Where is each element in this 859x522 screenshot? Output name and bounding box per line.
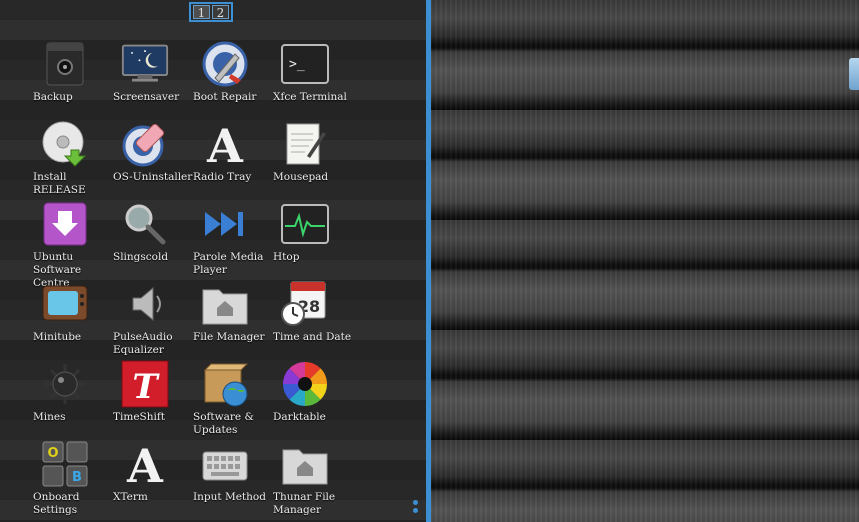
media-player-icon — [201, 200, 249, 248]
app-radio-tray[interactable]: A Radio Tray — [193, 120, 273, 200]
speaker-icon — [121, 280, 169, 328]
install-disc-icon — [41, 120, 89, 168]
app-file-manager[interactable]: File Manager — [193, 280, 273, 360]
app-mousepad[interactable]: Mousepad — [273, 120, 353, 200]
panel-border — [426, 0, 431, 522]
onboard-b-glyph: B — [72, 470, 82, 485]
app-backup[interactable]: Backup — [33, 40, 113, 120]
app-slingscold[interactable]: Slingscold — [113, 200, 193, 280]
boot-repair-icon — [201, 40, 249, 88]
app-software-updates[interactable]: Software & Updates — [193, 360, 273, 440]
timeshift-icon: T — [121, 360, 169, 408]
app-label: Onboard Settings — [33, 491, 80, 516]
scroll-dot — [412, 508, 418, 513]
desktop-folder-icon[interactable] — [849, 58, 859, 90]
folder-home-icon — [281, 440, 329, 488]
app-label: File Manager — [193, 331, 265, 343]
tv-icon — [41, 280, 89, 328]
app-thunar-file-manager[interactable]: Thunar File Manager — [273, 440, 353, 520]
wood-grain — [430, 0, 859, 522]
app-label: PulseAudio Equalizer — [113, 331, 173, 356]
app-label: Mousepad — [273, 171, 329, 183]
calendar-clock-icon: 28 — [281, 280, 329, 328]
app-time-and-date[interactable]: 28 Time and Date — [273, 280, 353, 360]
app-xfce-terminal[interactable]: >_ Xfce Terminal — [273, 40, 353, 120]
onboard-o-glyph: O — [47, 446, 58, 461]
app-label: Software & Updates — [193, 411, 254, 436]
screensaver-icon — [121, 40, 169, 88]
terminal-icon: >_ — [281, 40, 329, 88]
radio-tray-glyph: A — [206, 120, 244, 168]
timeshift-glyph: T — [132, 367, 160, 407]
app-htop[interactable]: Htop — [273, 200, 353, 280]
software-updates-icon — [201, 360, 249, 408]
app-label: Darktable — [273, 411, 326, 423]
app-label: Screensaver — [113, 91, 180, 103]
app-grid: Backup Screensaver Boot Repair >_ Xfce T… — [33, 40, 353, 520]
backup-icon — [41, 40, 89, 88]
app-timeshift[interactable]: T TimeShift — [113, 360, 193, 440]
page-switcher: 1 2 — [189, 2, 233, 22]
app-launcher-panel: 1 2 Backup Screensaver Boot Repair >_ Xf… — [0, 0, 426, 522]
app-install-release[interactable]: Install RELEASE — [33, 120, 113, 200]
radio-tray-icon: A — [201, 120, 249, 168]
folder-home-icon — [201, 280, 249, 328]
app-os-uninstaller[interactable]: OS-Uninstaller — [113, 120, 193, 200]
app-onboard-settings[interactable]: O B Onboard Settings — [33, 440, 113, 520]
htop-icon — [281, 200, 329, 248]
app-ubuntu-software-centre[interactable]: Ubuntu Software Centre — [33, 200, 113, 289]
app-label: OS-Uninstaller — [113, 171, 193, 183]
page-2-button[interactable]: 2 — [212, 5, 229, 20]
magnifier-icon — [121, 200, 169, 248]
app-label: Mines — [33, 411, 66, 423]
app-label: Slingscold — [113, 251, 169, 263]
app-label: Htop — [273, 251, 300, 263]
software-centre-icon — [41, 200, 89, 248]
desktop-background — [430, 0, 859, 522]
os-uninstaller-icon — [121, 120, 169, 168]
app-label: Boot Repair — [193, 91, 257, 103]
app-label: Backup — [33, 91, 73, 103]
app-parole-media-player[interactable]: Parole Media Player — [193, 200, 273, 280]
xterm-icon: A — [121, 440, 169, 488]
app-label: TimeShift — [113, 411, 165, 423]
app-label: Radio Tray — [193, 171, 252, 183]
app-label: Parole Media Player — [193, 251, 264, 276]
darktable-icon — [281, 360, 329, 408]
app-label: Install RELEASE — [33, 171, 86, 196]
app-xterm[interactable]: A XTerm — [113, 440, 193, 520]
app-input-method[interactable]: Input Method — [193, 440, 273, 520]
app-label: XTerm — [113, 491, 148, 503]
app-label: Minitube — [33, 331, 82, 343]
mine-icon — [41, 360, 89, 408]
app-label: Time and Date — [273, 331, 352, 343]
mousepad-icon — [281, 120, 329, 168]
app-label: Thunar File Manager — [273, 491, 336, 516]
app-screensaver[interactable]: Screensaver — [113, 40, 193, 120]
app-label: Xfce Terminal — [273, 91, 347, 103]
keyboard-icon — [201, 440, 249, 488]
app-boot-repair[interactable]: Boot Repair — [193, 40, 273, 120]
app-mines[interactable]: Mines — [33, 360, 113, 440]
app-pulseaudio-equalizer[interactable]: PulseAudio Equalizer — [113, 280, 193, 360]
scroll-dot — [412, 500, 418, 505]
terminal-prompt-glyph: >_ — [289, 57, 305, 72]
scroll-indicator[interactable] — [412, 500, 418, 522]
page-1-button[interactable]: 1 — [193, 5, 210, 20]
onboard-keyboard-icon: O B — [41, 440, 89, 488]
app-label: Input Method — [193, 491, 266, 503]
app-minitube[interactable]: Minitube — [33, 280, 113, 360]
xterm-glyph: A — [126, 440, 164, 488]
app-darktable[interactable]: Darktable — [273, 360, 353, 440]
